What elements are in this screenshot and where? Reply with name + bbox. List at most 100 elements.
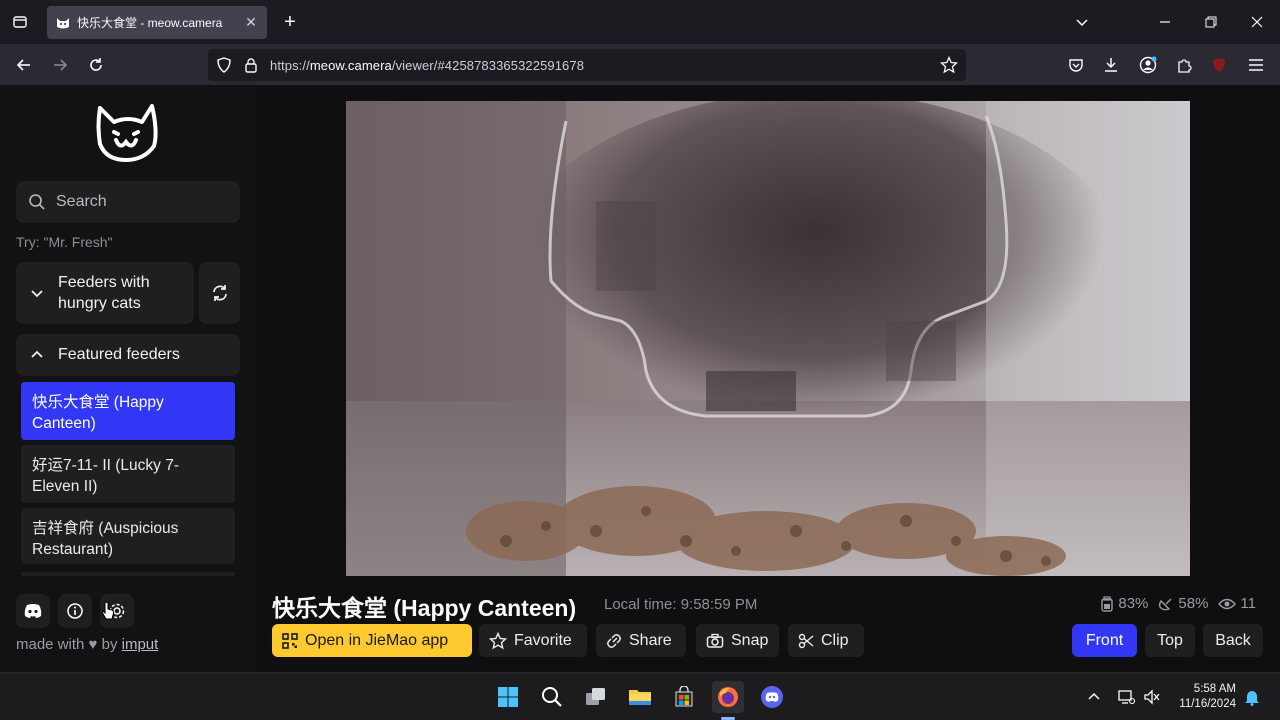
chevron-up-icon <box>31 350 43 358</box>
secondary-level: 58% <box>1178 595 1209 612</box>
feeder-item-auspicious-restaurant[interactable]: 吉祥食府 (Auspicious Restaurant) <box>21 508 235 564</box>
favorite-button[interactable]: Favorite <box>479 624 587 657</box>
front-label: Front <box>1085 631 1124 649</box>
window-close-icon[interactable] <box>1241 6 1273 38</box>
camera-frame-image <box>346 101 1190 576</box>
snap-button[interactable]: Snap <box>696 624 779 657</box>
minimize-icon[interactable] <box>1149 6 1181 38</box>
reload-icon[interactable] <box>80 49 112 81</box>
app-root: Search Try: "Mr. Fresh" Feeders with hun… <box>0 86 1280 672</box>
chevron-down-icon <box>31 290 43 298</box>
tab-active[interactable]: 快乐大食堂 - meow.camera ✕ <box>47 6 267 39</box>
taskbar-search-icon[interactable] <box>536 681 568 713</box>
camera-title: 快乐大食堂 (Happy Canteen) <box>272 595 577 621</box>
tab-list-chevron-icon[interactable] <box>1066 6 1098 38</box>
heart-icon: ♥ <box>88 636 98 653</box>
local-time: Local time: 9:58:59 PM <box>604 596 758 613</box>
clock-time: 5:58 AM <box>1193 683 1236 695</box>
discord-icon <box>24 604 42 618</box>
browser-tab-bar: 快乐大食堂 - meow.camera ✕ + <box>0 0 1280 44</box>
made-with-prefix: made with <box>16 636 85 653</box>
hand-cursor-icon <box>101 601 115 620</box>
pocket-icon[interactable] <box>1060 49 1092 81</box>
bookmark-star-icon[interactable] <box>940 56 958 74</box>
top-label: Top <box>1157 631 1183 649</box>
url-text: https://meow.camera/viewer/#425878336532… <box>270 58 584 73</box>
back-label: Back <box>1215 631 1251 649</box>
feeder-item-lucky-7-eleven[interactable]: 好运7-11- II (Lucky 7-Eleven II) <box>21 445 235 503</box>
lock-icon[interactable] <box>244 57 258 73</box>
feeder-label: 快乐大食堂 (Happy Canteen) <box>32 394 164 432</box>
food-level: 83% <box>1118 595 1149 612</box>
camera-feed[interactable] <box>346 101 1190 576</box>
star-icon <box>489 631 507 649</box>
qr-code-icon <box>282 632 298 649</box>
viewer-count: 11 <box>1240 595 1256 612</box>
new-tab-icon[interactable]: + <box>274 6 306 38</box>
extensions-puzzle-icon[interactable] <box>1168 49 1200 81</box>
link-icon <box>607 633 621 648</box>
url-host: meow.camera <box>309 57 392 73</box>
open-in-app-button[interactable]: Open in JieMao app <box>272 624 472 657</box>
windows-taskbar: 5:58 AM 11/16/2024 <box>0 672 1280 720</box>
start-windows-icon[interactable] <box>492 681 524 713</box>
url-path: /viewer/#4258783365322591678 <box>391 57 585 73</box>
menu-hamburger-icon[interactable] <box>1240 49 1272 81</box>
clip-button[interactable]: Clip <box>788 624 864 657</box>
feeder-label: 好运7-11- II (Lucky 7-Eleven II) <box>32 457 180 495</box>
url-bar[interactable]: https://meow.camera/viewer/#425878336532… <box>208 49 966 81</box>
firefox-icon[interactable] <box>712 681 744 713</box>
share-label: Share <box>629 631 672 649</box>
tab-overview-icon[interactable] <box>4 6 36 38</box>
group-featured-label: Featured feeders <box>58 346 180 363</box>
group-hungry-label: Feeders with hungry cats <box>58 274 150 312</box>
browser-nav-bar: https://meow.camera/viewer/#425878336532… <box>0 44 1280 86</box>
cat-favicon-icon <box>57 17 69 28</box>
account-icon[interactable] <box>1132 49 1164 81</box>
made-with-credit: made with ♥ by imput <box>16 636 158 653</box>
clock-date: 11/16/2024 <box>1179 698 1236 710</box>
ublock-icon[interactable] <box>1203 49 1235 81</box>
downloads-icon[interactable] <box>1095 49 1127 81</box>
feeder-item-happy-canteen[interactable]: 快乐大食堂 (Happy Canteen) <box>21 382 235 440</box>
feeder-stats: 83% 58% 11 <box>1100 595 1256 612</box>
shield-icon[interactable] <box>216 57 232 73</box>
refresh-button[interactable] <box>199 262 240 324</box>
imput-link[interactable]: imput <box>122 636 159 653</box>
volume-muted-icon[interactable] <box>1136 681 1168 713</box>
url-prefix: https:// <box>270 57 310 73</box>
notification-bell-icon[interactable] <box>1236 681 1268 713</box>
discord-button[interactable] <box>16 594 50 628</box>
view-back-button[interactable]: Back <box>1203 624 1263 657</box>
info-button[interactable] <box>58 594 92 628</box>
camera-icon <box>706 633 724 648</box>
signal-dish-icon <box>1159 598 1172 610</box>
discord-taskbar-icon[interactable] <box>756 681 788 713</box>
refresh-icon <box>212 285 227 301</box>
search-input[interactable]: Search <box>16 181 240 223</box>
tab-title: 快乐大食堂 - meow.camera <box>77 16 223 30</box>
made-with-by: by <box>101 636 118 653</box>
sidebar: Search Try: "Mr. Fresh" Feeders with hun… <box>0 86 256 672</box>
tab-close-icon[interactable]: ✕ <box>243 14 259 31</box>
open-in-app-label: Open in JieMao app <box>305 631 449 649</box>
feeder-list-overflow <box>21 572 235 576</box>
info-icon <box>67 603 83 619</box>
forward-arrow-icon[interactable] <box>44 49 76 81</box>
microsoft-store-icon[interactable] <box>668 681 700 713</box>
clock[interactable]: 5:58 AM 11/16/2024 <box>1179 682 1236 712</box>
file-explorer-icon[interactable] <box>624 681 656 713</box>
group-featured[interactable]: Featured feeders <box>16 334 240 376</box>
cat-logo-icon[interactable] <box>94 102 162 164</box>
task-view-icon[interactable] <box>580 681 612 713</box>
search-icon <box>29 194 45 210</box>
scissors-icon <box>798 633 814 648</box>
view-front-button[interactable]: Front <box>1072 624 1137 657</box>
favorite-label: Favorite <box>514 631 572 649</box>
view-top-button[interactable]: Top <box>1145 624 1195 657</box>
back-arrow-icon[interactable] <box>8 49 40 81</box>
share-button[interactable]: Share <box>596 624 686 657</box>
tray-chevron-up-icon[interactable] <box>1078 681 1110 713</box>
restore-icon[interactable] <box>1195 6 1227 38</box>
group-hungry-cats[interactable]: Feeders with hungry cats <box>16 262 194 324</box>
